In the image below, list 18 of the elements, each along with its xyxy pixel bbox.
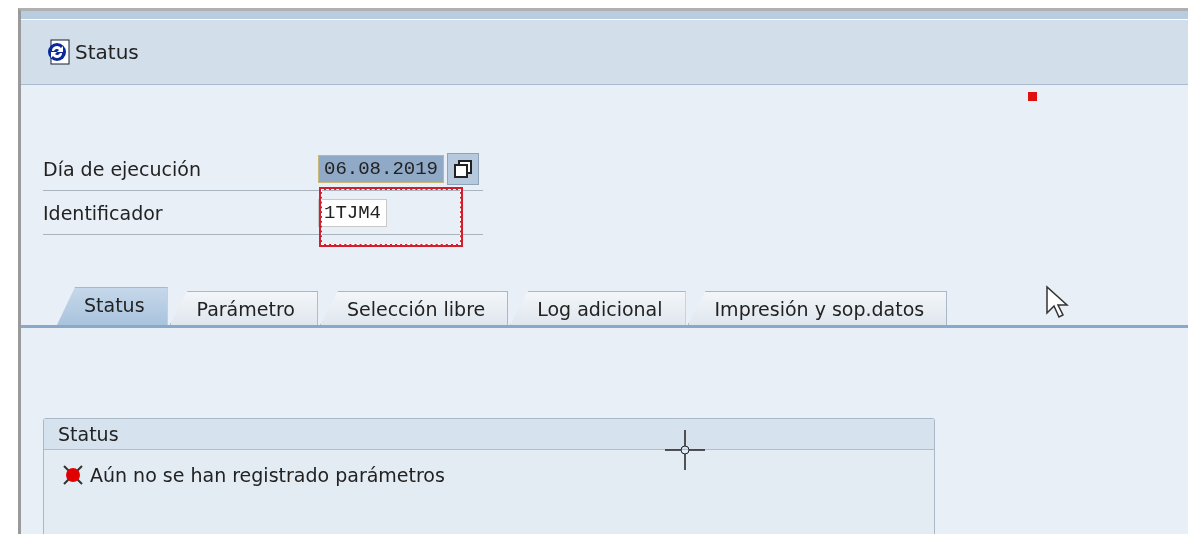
input-field[interactable]: 1TJM4 xyxy=(318,198,387,227)
window-title: Status xyxy=(75,40,139,64)
status-message: Aún no se han registrado parámetros xyxy=(90,464,445,486)
tab[interactable]: Log adicional xyxy=(510,291,686,325)
marker-icon xyxy=(1028,92,1037,101)
crosshair-icon xyxy=(663,428,707,472)
mouse-cursor-icon xyxy=(1045,285,1071,319)
tab[interactable]: Status xyxy=(57,287,168,325)
copy-button[interactable] xyxy=(447,152,480,185)
group-title: Status xyxy=(44,419,934,450)
copy-icon xyxy=(453,158,474,179)
field-label: Día de ejecución xyxy=(43,157,202,180)
field-label: Identificador xyxy=(43,201,164,224)
refresh-document-icon[interactable] xyxy=(45,38,73,66)
tab[interactable]: Impresión y sop.datos xyxy=(687,291,948,325)
tab[interactable]: Parámetro xyxy=(169,291,318,325)
input-field[interactable]: 06.08.2019 xyxy=(318,154,445,183)
tab[interactable]: Selección libre xyxy=(319,291,509,325)
